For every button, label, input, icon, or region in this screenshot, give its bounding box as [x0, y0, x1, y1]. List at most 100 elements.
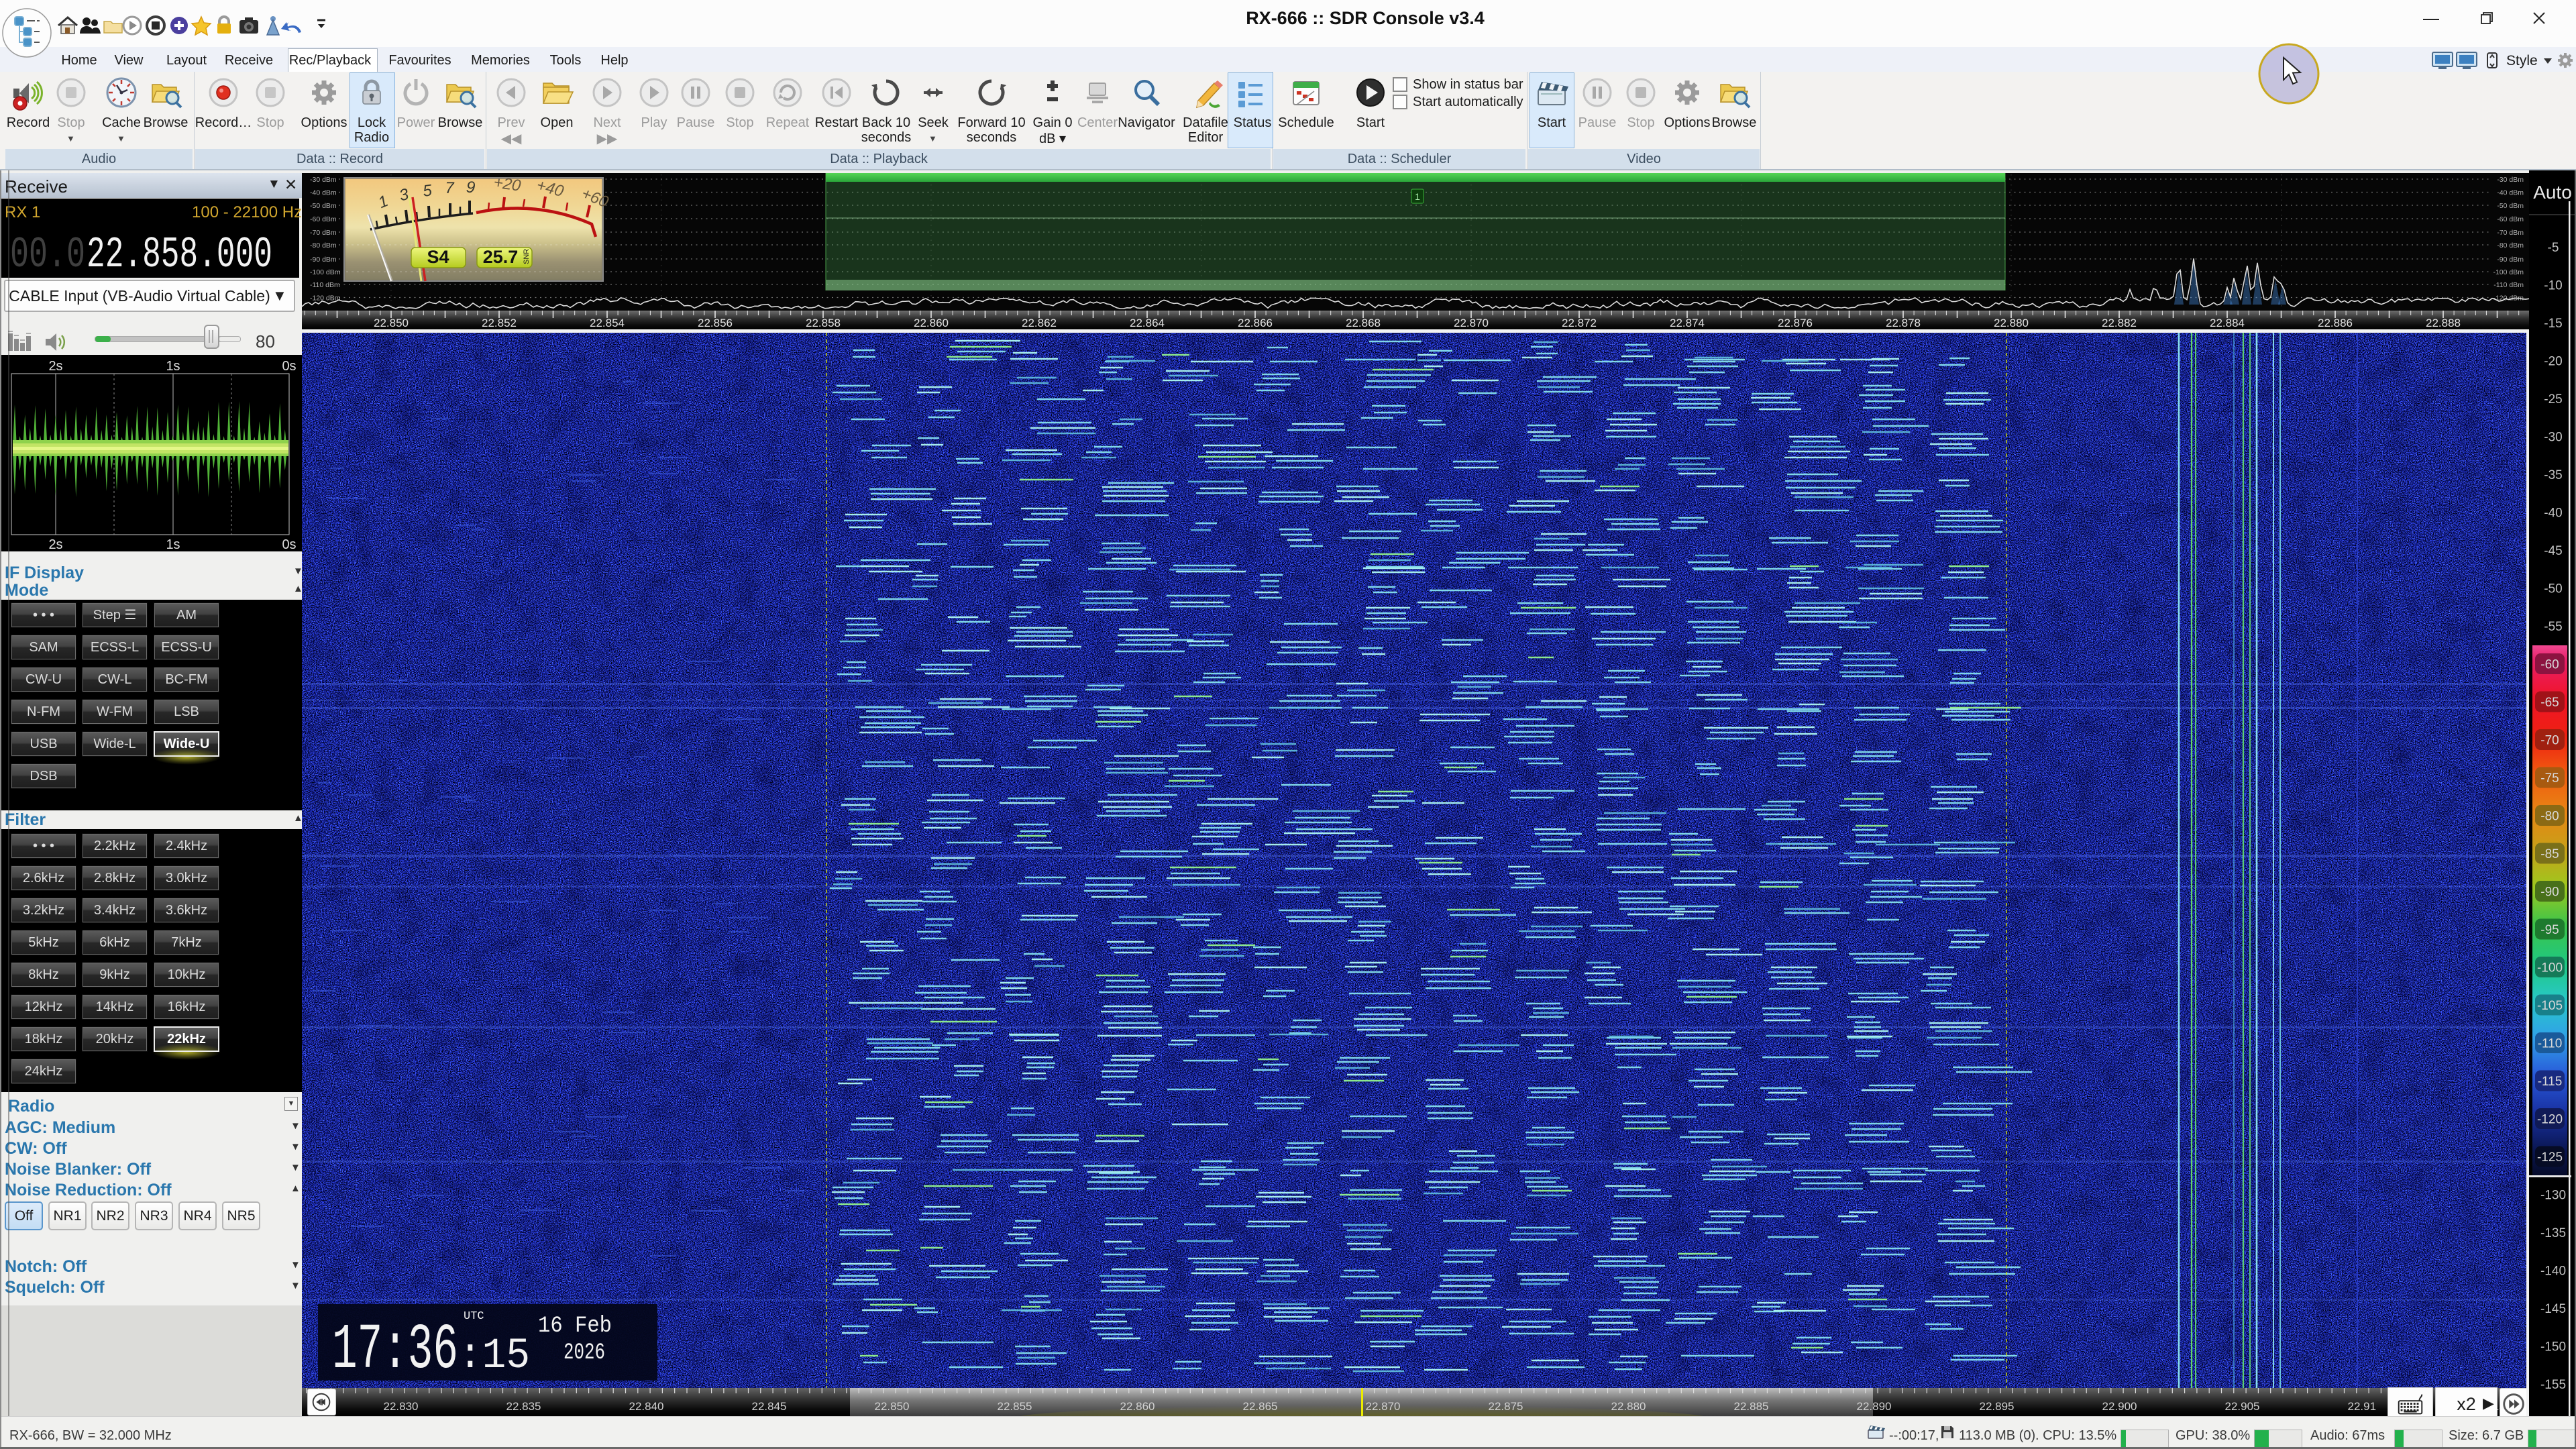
svg-text:-60 dBm: -60 dBm: [2497, 215, 2524, 223]
svg-text:2s: 2s: [48, 359, 62, 374]
svg-text:-90 dBm: -90 dBm: [310, 256, 337, 264]
svg-text:-60 dBm: -60 dBm: [310, 215, 337, 223]
svg-text:22.866: 22.866: [1238, 317, 1273, 329]
svg-text:-20: -20: [2544, 355, 2562, 369]
svg-text:-100 dBm: -100 dBm: [310, 268, 341, 276]
svg-text:-55: -55: [2544, 620, 2562, 634]
svg-text:22.888: 22.888: [2426, 317, 2461, 329]
svg-text:-50 dBm: -50 dBm: [310, 202, 337, 210]
svg-text:-115: -115: [2538, 1075, 2563, 1089]
svg-text:22.854: 22.854: [590, 317, 625, 329]
svg-text:-110 dBm: -110 dBm: [2493, 281, 2524, 289]
svg-text:22.882: 22.882: [2102, 317, 2137, 329]
svg-text:22.886: 22.886: [2318, 317, 2353, 329]
svg-text:22.858: 22.858: [806, 317, 841, 329]
svg-text:+20: +20: [492, 173, 523, 195]
svg-text:22.885: 22.885: [1734, 1400, 1769, 1413]
svg-text:00.0: 00.0: [10, 230, 85, 276]
svg-text:-70: -70: [2540, 734, 2559, 748]
svg-text:25.7: 25.7: [483, 247, 519, 267]
svg-text:22.905: 22.905: [2225, 1400, 2260, 1413]
svg-text:-125: -125: [2537, 1150, 2563, 1165]
svg-text:-75: -75: [2540, 771, 2559, 786]
svg-text:-140: -140: [2540, 1265, 2566, 1279]
svg-text:-130: -130: [2540, 1189, 2566, 1203]
svg-text:22.855: 22.855: [998, 1400, 1032, 1413]
svg-text:-100 dBm: -100 dBm: [2493, 268, 2524, 276]
svg-text:17:36: 17:36: [332, 1313, 458, 1387]
svg-text:-110 dBm: -110 dBm: [310, 281, 340, 289]
svg-text:22.872: 22.872: [1562, 317, 1597, 329]
svg-text:22.850: 22.850: [374, 317, 409, 329]
svg-text:-65: -65: [2540, 696, 2559, 710]
svg-text:22.835: 22.835: [506, 1400, 541, 1413]
svg-text:-30: -30: [2544, 431, 2562, 445]
svg-text:22.845: 22.845: [752, 1400, 787, 1413]
svg-text:22.874: 22.874: [1670, 317, 1705, 329]
svg-text:0s: 0s: [282, 359, 296, 374]
svg-text:-15: -15: [2544, 317, 2562, 331]
svg-text:22.864: 22.864: [1130, 317, 1165, 329]
svg-text:22.870: 22.870: [1454, 317, 1489, 329]
svg-text:-70 dBm: -70 dBm: [310, 229, 337, 237]
svg-text:0s: 0s: [282, 537, 296, 551]
svg-text:22.91: 22.91: [2348, 1400, 2377, 1413]
svg-text:-120: -120: [2537, 1113, 2563, 1127]
svg-text:-90: -90: [2540, 885, 2559, 900]
svg-text:SNR: SNR: [523, 249, 531, 264]
svg-text:-105: -105: [2537, 999, 2563, 1013]
svg-text:-5: -5: [2548, 241, 2559, 255]
svg-text:22.850: 22.850: [875, 1400, 910, 1413]
svg-text:2s: 2s: [48, 537, 62, 551]
svg-text:UTC: UTC: [464, 1310, 484, 1323]
svg-text:-40: -40: [2544, 506, 2562, 521]
svg-text:22.900: 22.900: [2102, 1400, 2137, 1413]
svg-text:-35: -35: [2544, 468, 2562, 482]
svg-text:22.865: 22.865: [1243, 1400, 1278, 1413]
svg-text:-25: -25: [2544, 392, 2562, 407]
svg-text:-40 dBm: -40 dBm: [310, 189, 337, 197]
svg-text:-95: -95: [2540, 923, 2559, 937]
svg-text:-90 dBm: -90 dBm: [2497, 256, 2524, 264]
svg-text:-45: -45: [2544, 544, 2562, 558]
svg-text:Style: Style: [2506, 53, 2538, 68]
svg-text:7: 7: [445, 179, 455, 197]
svg-text:-80 dBm: -80 dBm: [2497, 241, 2524, 250]
svg-text:22.840: 22.840: [629, 1400, 664, 1413]
svg-text:-80: -80: [2540, 810, 2559, 824]
svg-text:-145: -145: [2540, 1302, 2566, 1316]
svg-text:-50 dBm: -50 dBm: [2497, 202, 2524, 210]
svg-text:-135: -135: [2540, 1226, 2566, 1240]
svg-text:22.830: 22.830: [384, 1400, 419, 1413]
svg-text:1s: 1s: [166, 359, 180, 374]
svg-text:22.860: 22.860: [914, 317, 949, 329]
svg-text:22.862: 22.862: [1022, 317, 1057, 329]
svg-text:-80 dBm: -80 dBm: [310, 241, 337, 250]
svg-text:-30 dBm: -30 dBm: [2497, 176, 2524, 184]
svg-text:1s: 1s: [166, 537, 180, 551]
svg-text:22.856: 22.856: [698, 317, 733, 329]
svg-text:22.876: 22.876: [1778, 317, 1813, 329]
svg-text:-100: -100: [2537, 961, 2563, 975]
svg-text:22.880: 22.880: [1994, 317, 2029, 329]
svg-text:9: 9: [466, 178, 476, 197]
svg-text:-155: -155: [2540, 1378, 2566, 1392]
svg-text:-10: -10: [2544, 279, 2562, 293]
svg-text:22.895: 22.895: [1980, 1400, 2015, 1413]
svg-text:22.880: 22.880: [1611, 1400, 1646, 1413]
svg-text:22.870: 22.870: [1366, 1400, 1401, 1413]
svg-text:2026: 2026: [564, 1340, 605, 1366]
svg-text:22.884: 22.884: [2210, 317, 2245, 329]
svg-text:-30 dBm: -30 dBm: [310, 176, 337, 184]
svg-text:-85: -85: [2540, 847, 2559, 861]
svg-text:-150: -150: [2540, 1340, 2566, 1354]
svg-text:-110: -110: [2538, 1037, 2563, 1051]
svg-text:16 Feb: 16 Feb: [538, 1313, 612, 1339]
svg-text:22.875: 22.875: [1489, 1400, 1523, 1413]
svg-text:22.878: 22.878: [1886, 317, 1921, 329]
svg-text::15: :15: [458, 1332, 530, 1381]
svg-text:-50: -50: [2544, 582, 2562, 596]
svg-text:22.868: 22.868: [1346, 317, 1381, 329]
svg-text:22.858.000: 22.858.000: [87, 230, 272, 276]
svg-text:-40 dBm: -40 dBm: [2497, 189, 2524, 197]
